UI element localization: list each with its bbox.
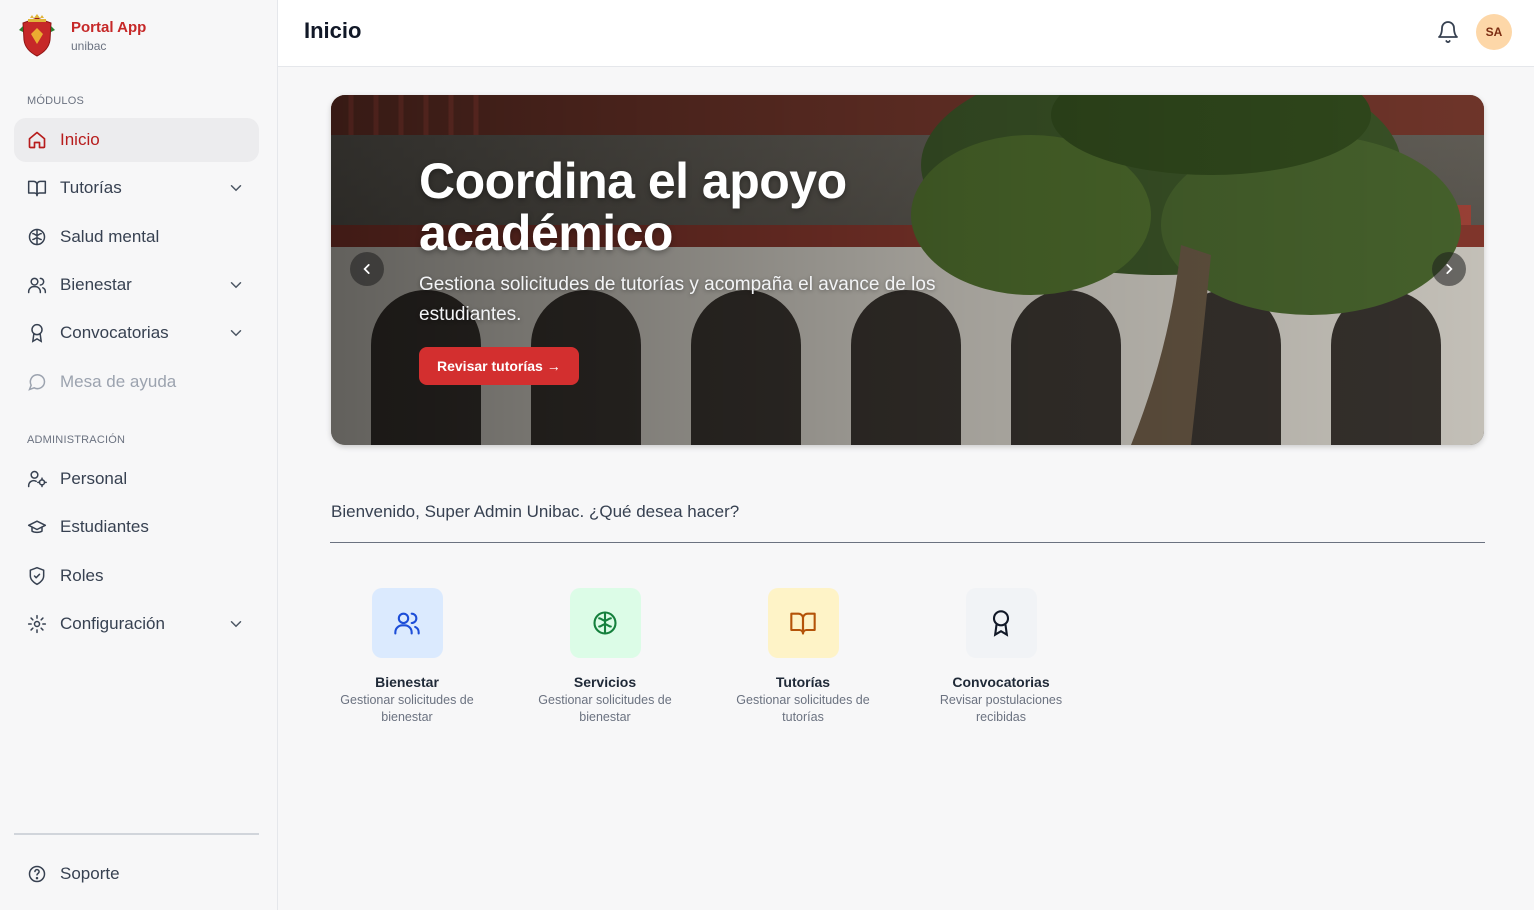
book-open-icon	[790, 612, 816, 635]
hero-subtitle: Gestiona solicitudes de tutorías y acomp…	[419, 274, 936, 325]
help-circle-icon	[27, 864, 47, 884]
chevron-left-icon	[363, 264, 370, 274]
brand-title: Portal App	[71, 19, 147, 36]
sidebar-item-label: Salud mental	[60, 227, 160, 246]
users-icon	[394, 612, 420, 635]
hero-title: Coordina el apoyo académico	[419, 153, 847, 261]
quick-action-title: Bienestar	[375, 674, 439, 690]
top-header: Inicio SA	[278, 0, 1534, 67]
brain-icon	[593, 611, 617, 635]
welcome-message: Bienvenido, Super Admin Unibac. ¿Qué des…	[331, 502, 740, 521]
quick-action-description: Gestionar solicitudes de tutorías	[736, 693, 870, 724]
settings-icon	[27, 614, 47, 634]
sidebar-item-label: Bienestar	[60, 275, 132, 294]
section-label-admin: ADMINISTRACIÓN	[27, 434, 126, 446]
sidebar-item-salud-mental[interactable]: Salud mental	[14, 215, 259, 259]
welcome-divider	[330, 542, 1485, 543]
quick-action-tutorias[interactable]: Tutorías Gestionar solicitudes de tutorí…	[723, 588, 883, 726]
quick-action-description: Revisar postulaciones recibidas	[939, 693, 1063, 724]
university-crest-icon	[19, 14, 55, 57]
sidebar-item-mesa-de-ayuda[interactable]: Mesa de ayuda	[14, 360, 259, 404]
chevron-down-icon[interactable]	[227, 179, 245, 197]
quick-action-title: Tutorías	[775, 674, 831, 690]
quick-action-title: Servicios	[573, 674, 637, 690]
chevron-down-icon[interactable]	[227, 276, 245, 294]
sidebar-item-label: Configuración	[60, 614, 165, 633]
award-icon	[992, 610, 1010, 637]
brain-icon	[27, 227, 47, 247]
quick-action-icon-tile	[569, 588, 641, 658]
sidebar-item-estudiantes[interactable]: Estudiantes	[14, 505, 259, 549]
graduation-cap-icon	[27, 517, 47, 537]
quick-action-servicios[interactable]: Servicios Gestionar solicitudes de biene…	[525, 588, 685, 726]
home-icon	[27, 130, 47, 150]
brand-subtitle: unibac	[71, 39, 107, 53]
quick-action-icon-tile	[965, 588, 1037, 658]
sidebar-item-label: Soporte	[60, 864, 120, 883]
users-icon	[27, 275, 47, 295]
chevron-down-icon[interactable]	[227, 324, 245, 342]
sidebar-item-tutorias[interactable]: Tutorías	[14, 166, 259, 210]
sidebar-divider	[14, 833, 259, 835]
book-open-icon	[27, 178, 47, 198]
quick-action-description: Gestionar solicitudes de bienestar	[340, 693, 474, 724]
user-cog-icon	[27, 469, 47, 489]
section-label-modules: MÓDULOS	[27, 95, 85, 107]
sidebar-item-label: Personal	[60, 469, 128, 488]
carousel-prev-button[interactable]	[350, 252, 384, 286]
sidebar-item-bienestar[interactable]: Bienestar	[14, 263, 259, 307]
quick-action-bienestar[interactable]: Bienestar Gestionar solicitudes de biene…	[327, 588, 487, 726]
sidebar-item-label: Roles	[60, 566, 104, 585]
award-icon	[27, 323, 47, 343]
review-tutorias-button[interactable]: Revisar tutorías →	[419, 347, 579, 385]
sidebar-item-label: Inicio	[60, 130, 100, 149]
sidebar-item-convocatorias[interactable]: Convocatorias	[14, 311, 259, 355]
sidebar-item-label: Mesa de ayuda	[60, 372, 177, 391]
sidebar-item-soporte[interactable]: Soporte	[14, 852, 259, 896]
shield-check-icon	[27, 566, 47, 586]
sidebar-item-label: Tutorías	[60, 178, 122, 197]
quick-action-icon-tile	[767, 588, 839, 658]
quick-action-icon-tile	[371, 588, 443, 658]
sidebar-item-configuracion[interactable]: Configuración	[14, 602, 259, 646]
carousel-next-button[interactable]	[1432, 252, 1466, 286]
avatar[interactable]: SA	[1476, 14, 1512, 50]
quick-action-convocatorias[interactable]: Convocatorias Revisar postulaciones reci…	[921, 588, 1081, 726]
bell-icon[interactable]	[1436, 20, 1460, 44]
hero-carousel: Coordina el apoyo académico Gestiona sol…	[331, 95, 1484, 445]
sidebar: Portal App unibac MÓDULOS Inicio Tutoría…	[0, 0, 278, 910]
sidebar-item-roles[interactable]: Roles	[14, 554, 259, 598]
sidebar-item-label: Convocatorias	[60, 323, 169, 342]
chevron-right-icon	[1446, 264, 1453, 274]
brand[interactable]: Portal App unibac	[18, 14, 146, 58]
quick-action-title: Convocatorias	[952, 674, 1050, 690]
message-circle-icon	[27, 372, 47, 392]
sidebar-item-personal[interactable]: Personal	[14, 457, 259, 501]
sidebar-item-label: Estudiantes	[60, 517, 149, 536]
sidebar-item-inicio[interactable]: Inicio	[14, 118, 259, 162]
page-title: Inicio	[304, 18, 362, 43]
quick-action-description: Gestionar solicitudes de bienestar	[538, 693, 672, 724]
chevron-down-icon[interactable]	[227, 615, 245, 633]
